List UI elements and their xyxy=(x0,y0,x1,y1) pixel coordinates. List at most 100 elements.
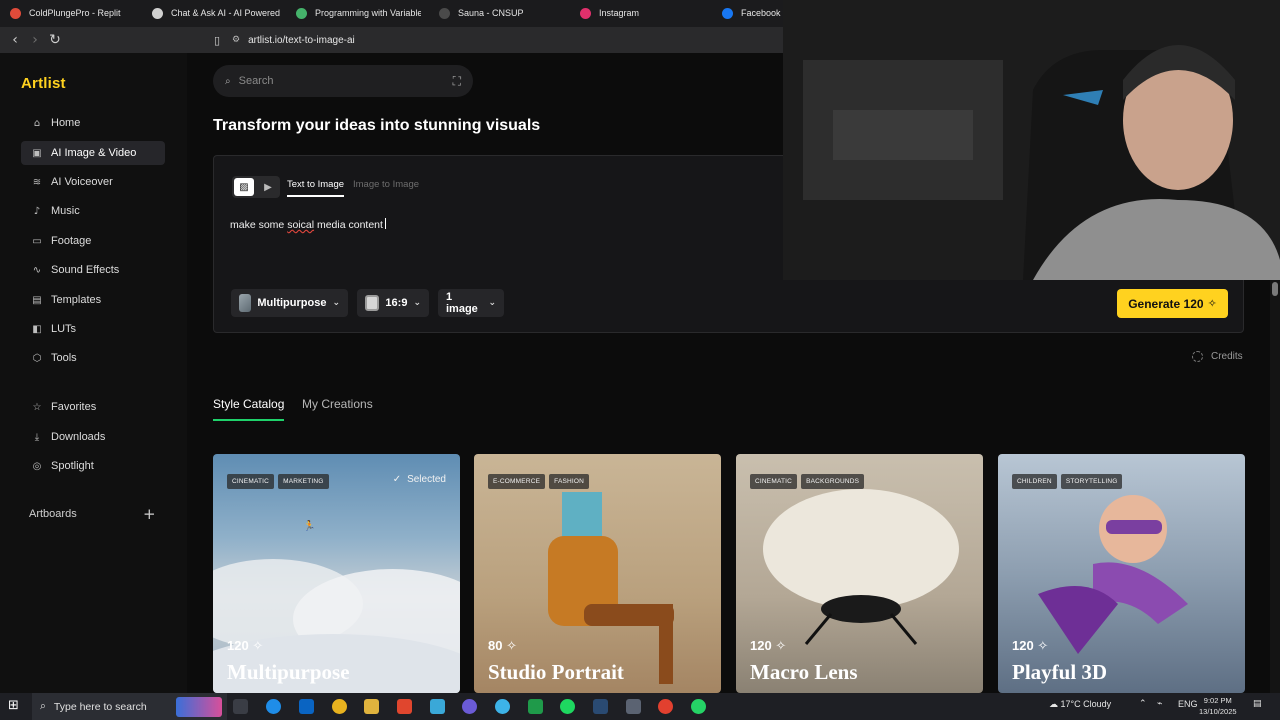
credits-indicator[interactable]: Credits xyxy=(1192,351,1243,362)
weather-widget[interactable]: ☁ 17°C Cloudy xyxy=(1049,699,1111,710)
notification-icon[interactable]: ▤ xyxy=(1253,699,1262,709)
page-title: Transform your ideas into stunning visua… xyxy=(213,117,541,134)
url-field[interactable]: ⚙ artlist.io/text-to-image-ai xyxy=(232,31,792,49)
tab-my-creations[interactable]: My Creations xyxy=(302,397,373,411)
search-input[interactable]: ⌕ Search ⛶ xyxy=(213,65,473,97)
artlist-logo[interactable]: Artlist xyxy=(21,75,66,92)
bookmark-icon[interactable]: ▯ xyxy=(208,31,226,49)
brave-icon[interactable] xyxy=(397,699,412,714)
portrait-image xyxy=(548,492,674,684)
tab-text-to-image[interactable]: Text to Image xyxy=(287,179,345,197)
app-icon[interactable] xyxy=(430,699,445,714)
sidebar-item-home[interactable]: ⌂ Home xyxy=(21,111,165,135)
edge-icon[interactable] xyxy=(266,699,281,714)
clock[interactable]: 9:02 PM 13/10/2025 xyxy=(1199,695,1237,717)
whatsapp-icon[interactable] xyxy=(691,699,706,714)
windows-start-icon[interactable]: ⊞ xyxy=(8,698,19,713)
tag: BACKGROUNDS xyxy=(801,474,865,489)
media-mode-toggle[interactable]: ▨ ▶ xyxy=(232,176,280,198)
browser-tab[interactable]: ColdPlungePro - Replit xyxy=(10,4,140,22)
course-icon xyxy=(296,7,307,19)
browser-tab[interactable]: Instagram xyxy=(580,4,700,22)
clouds-image: 🏃 xyxy=(213,519,460,693)
sparkle-icon: ✧ xyxy=(506,639,517,654)
chevron-down-icon: ⌄ xyxy=(332,298,340,308)
voiceover-icon: ≋ xyxy=(32,176,42,188)
browser-tab[interactable]: Programming with Variables | E xyxy=(296,4,421,22)
sidebar-item-ai-image-video[interactable]: ▣ AI Image & Video xyxy=(21,141,165,165)
file-explorer-icon[interactable] xyxy=(364,699,379,714)
image-mode-icon[interactable]: ▨ xyxy=(234,178,254,196)
star-icon: ☆ xyxy=(32,401,42,413)
templates-icon: ▤ xyxy=(32,294,42,306)
tag: STORYTELLING xyxy=(1060,474,1123,489)
back-icon[interactable]: ‹ xyxy=(6,31,24,49)
style-thumbnail xyxy=(239,294,252,312)
sidebar-item-music[interactable]: ♪ Music xyxy=(21,199,165,223)
style-card[interactable]: CHILDREN STORYTELLING 120 ✧ Playful 3D xyxy=(998,454,1245,693)
spotify-icon[interactable] xyxy=(560,699,575,714)
style-card[interactable]: E-COMMERCE FASHION 80 ✧ Studio Portrait xyxy=(474,454,721,693)
replit-icon xyxy=(10,7,21,19)
style-card[interactable]: CINEMATIC BACKGROUNDS 120 ✧ Macro Lens xyxy=(736,454,983,693)
card-title: Macro Lens xyxy=(750,660,858,684)
visual-search-icon[interactable]: ⛶ xyxy=(453,74,461,89)
forward-icon[interactable]: › xyxy=(26,31,44,49)
card-title: Playful 3D xyxy=(1012,660,1108,684)
style-dropdown[interactable]: Multipurpose ⌄ xyxy=(231,289,348,317)
style-card[interactable]: 🏃 CINEMATIC MARKETING ✓ Selected 120 ✧ Mul… xyxy=(213,454,460,693)
sidebar-item-spotlight[interactable]: ◎ Spotlight xyxy=(21,454,165,478)
tag: CHILDREN xyxy=(1012,474,1057,489)
sidebar-item-footage[interactable]: ▭ Footage xyxy=(21,229,165,253)
task-view-icon[interactable] xyxy=(233,699,248,714)
sparkle-icon: ✧ xyxy=(252,639,264,654)
card-cost: 80 ✧ xyxy=(488,638,517,654)
sidebar-item-sound-effects[interactable]: ∿ Sound Effects xyxy=(21,258,165,282)
browser-tab[interactable]: Chat & Ask AI - AI Powered Ch xyxy=(152,4,282,22)
scrollbar-thumb[interactable] xyxy=(1272,282,1278,296)
calculator-icon[interactable] xyxy=(626,699,641,714)
tag: E-COMMERCE xyxy=(488,474,546,489)
tag: FASHION xyxy=(549,474,590,489)
home-icon: ⌂ xyxy=(33,117,41,129)
instagram-icon xyxy=(580,7,591,19)
facebook-icon xyxy=(722,7,733,19)
browser-tab[interactable]: Facebook xyxy=(722,4,782,22)
copilot-icon[interactable] xyxy=(495,699,510,714)
tab-image-to-image[interactable]: Image to Image xyxy=(353,179,419,190)
page-scrollbar[interactable] xyxy=(1270,280,1280,693)
discord-icon[interactable] xyxy=(462,699,477,714)
chrome-icon[interactable] xyxy=(332,699,347,714)
sparkle-icon: ✧ xyxy=(775,639,787,654)
loading-icon xyxy=(1192,351,1203,362)
prompt-textarea[interactable]: make some soical media content xyxy=(230,218,386,231)
language-indicator[interactable]: ENG xyxy=(1178,699,1198,709)
add-artboard-icon[interactable]: + xyxy=(143,505,156,523)
webcam-feed-image xyxy=(783,0,1280,280)
sidebar-item-favorites[interactable]: ☆ Favorites xyxy=(21,395,165,419)
tag: MARKETING xyxy=(278,474,329,489)
sidebar-item-tools[interactable]: ⬡ Tools xyxy=(21,346,165,370)
card-cost: 120 ✧ xyxy=(750,638,787,654)
artboards-label: Artboards xyxy=(29,508,77,520)
image-count-dropdown[interactable]: 1 image ⌄ xyxy=(438,289,504,317)
search-icon: ⌕ xyxy=(225,75,231,87)
sidebar-item-templates[interactable]: ▤ Templates xyxy=(21,288,165,312)
webcam-overlay xyxy=(783,0,1280,280)
steam-icon[interactable] xyxy=(593,699,608,714)
aspect-ratio-dropdown[interactable]: 16:9 ⌄ xyxy=(357,289,429,317)
outlook-icon[interactable] xyxy=(299,699,314,714)
generate-button[interactable]: Generate 120 ✧ xyxy=(1117,289,1228,318)
tab-style-catalog[interactable]: Style Catalog xyxy=(213,397,285,421)
sidebar-item-ai-voiceover[interactable]: ≋ AI Voiceover xyxy=(21,170,165,194)
stocks-icon[interactable] xyxy=(528,699,543,714)
video-mode-icon[interactable]: ▶ xyxy=(258,178,278,196)
sidebar-item-downloads[interactable]: ⤓ Downloads xyxy=(21,425,165,449)
chevron-up-icon[interactable]: ⌃ xyxy=(1139,699,1147,709)
sidebar-item-luts[interactable]: ◧ LUTs xyxy=(21,317,165,341)
browser-tab[interactable]: Sauna - CNSUP xyxy=(439,4,559,22)
rock-ant-image xyxy=(763,489,959,645)
capture-icon[interactable] xyxy=(658,699,673,714)
reload-icon[interactable]: ↻ xyxy=(46,31,64,49)
network-icon[interactable]: ⌁ xyxy=(1157,699,1162,709)
